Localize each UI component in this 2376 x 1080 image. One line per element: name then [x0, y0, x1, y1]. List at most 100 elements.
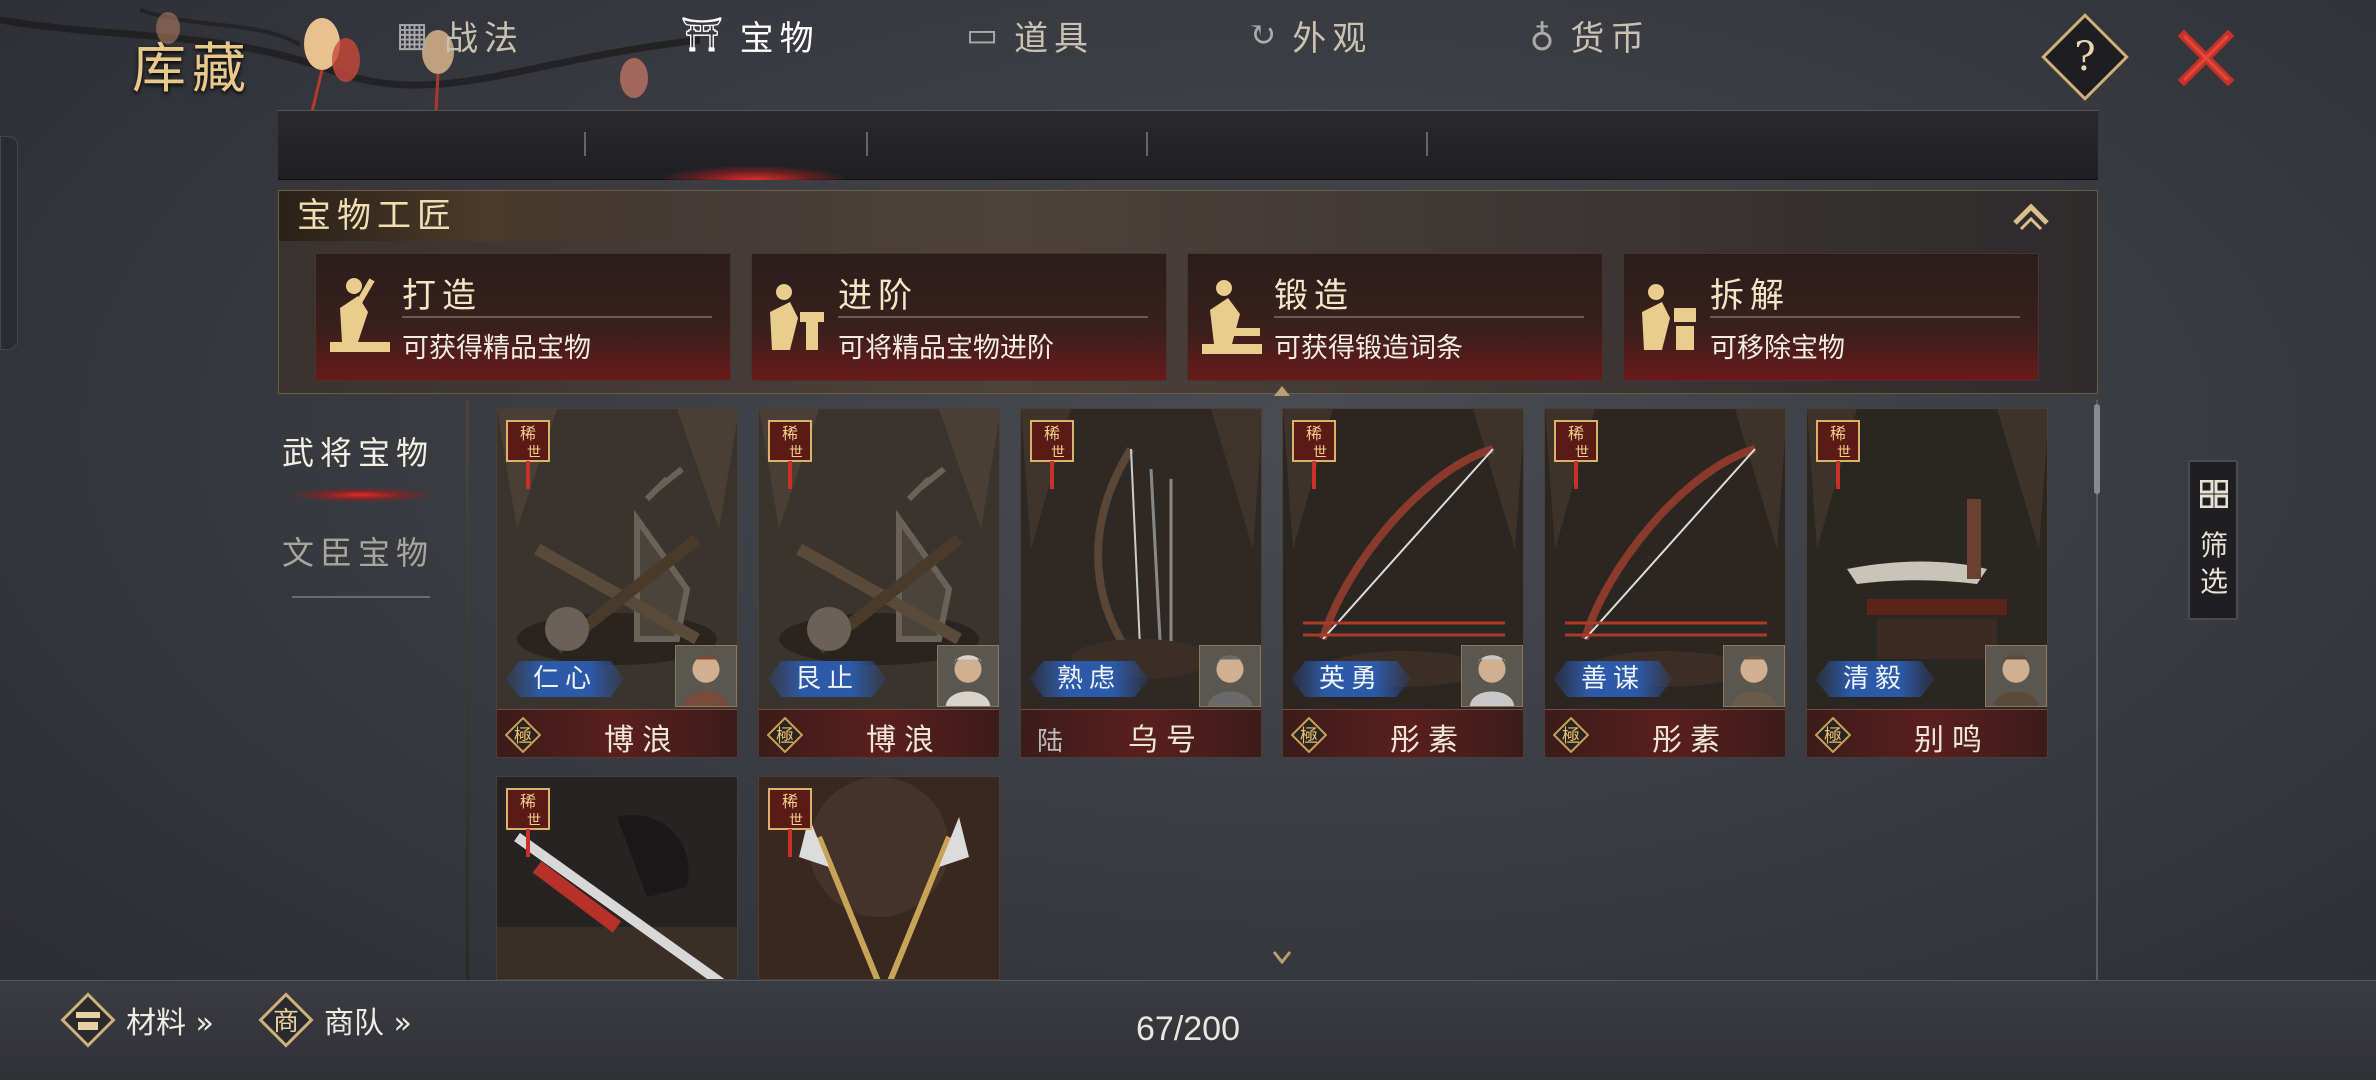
svg-text:世: 世 — [1837, 445, 1851, 461]
active-category-indicator — [292, 488, 430, 502]
smith-anvil-icon — [770, 284, 824, 350]
tab-currency[interactable]: ♁ 货币 — [1480, 0, 1700, 70]
money-bag-icon: ♁ — [1529, 15, 1561, 55]
tab-appearance[interactable]: ↻ 外观 — [1200, 0, 1420, 70]
caravan-button[interactable]: 商 商队 » — [256, 988, 412, 1052]
svg-text:世: 世 — [789, 813, 803, 829]
grade-diamond-icon: 極 — [1553, 717, 1589, 753]
treasure-owner-name: 彤素 — [1652, 723, 1728, 758]
owner-portrait-avatar — [1461, 645, 1523, 707]
svg-text:極: 極 — [1562, 726, 1580, 747]
side-drawer-handle[interactable] — [0, 136, 18, 350]
artisan-card-desc: 可获得锻造词条 — [1274, 333, 1463, 364]
rare-badge-icon: 稀世 — [506, 788, 550, 857]
svg-text:稀: 稀 — [1568, 424, 1584, 443]
tab-treasure[interactable]: ⛩ 宝物 — [640, 0, 860, 70]
owner-portrait-avatar — [1723, 645, 1785, 707]
owner-portrait-avatar — [675, 645, 737, 707]
rare-badge-icon: 稀世 — [1030, 420, 1074, 489]
treasure-owner-name: 别鸣 — [1914, 723, 1990, 758]
artisan-card-name: 进阶 — [838, 276, 918, 316]
artisan-card-name: 打造 — [402, 276, 482, 316]
treasure-owner-name: 博浪 — [604, 723, 680, 758]
grid-filter-icon — [2200, 480, 2228, 508]
tab-divider — [866, 132, 868, 156]
treasure-artisan-panel: 宝物工匠 打造 可获得精品宝物 进阶 可将精品宝物进阶 锻造 可获得锻造词条 拆… — [278, 190, 2098, 394]
treasure-card[interactable]: 稀世 — [758, 776, 1000, 980]
artisan-craft-button[interactable]: 打造 可获得精品宝物 — [315, 253, 731, 381]
divider — [402, 316, 712, 318]
filter-label: 筛选 — [2200, 529, 2229, 598]
category-divider — [292, 596, 430, 598]
owner-portrait-avatar — [1985, 645, 2047, 707]
trait-tag: 艮止 — [767, 661, 887, 697]
artisan-card-desc: 可移除宝物 — [1710, 333, 1845, 364]
svg-text:世: 世 — [527, 445, 541, 461]
treasure-card[interactable]: 稀世仁心極 博浪 — [496, 408, 738, 758]
divider — [1274, 316, 1584, 318]
tab-tactics[interactable]: ▦ 战法 — [360, 0, 560, 70]
treasure-card[interactable]: 稀世熟虑陆 乌号 — [1020, 408, 1262, 758]
category-civil-treasure[interactable]: 文臣宝物 — [282, 528, 434, 574]
smith-forge-icon — [1202, 280, 1262, 354]
rare-badge-icon: 稀世 — [1816, 420, 1860, 489]
tab-divider — [1426, 132, 1428, 156]
svg-text:極: 極 — [514, 726, 532, 747]
owner-portrait-avatar — [937, 645, 999, 707]
treasure-card[interactable]: 稀世英勇極 彤素 — [1282, 408, 1524, 758]
grade-diamond-icon: 極 — [1291, 717, 1327, 753]
treasure-card[interactable]: 稀世艮止極 博浪 — [758, 408, 1000, 758]
tab-label: 货币 — [1570, 18, 1651, 59]
svg-text:世: 世 — [527, 813, 541, 829]
tab-label: 外观 — [1292, 18, 1373, 59]
grade-diamond-icon: 極 — [1815, 717, 1851, 753]
divider — [1710, 316, 2020, 318]
svg-text:稀: 稀 — [1306, 424, 1322, 443]
rare-badge-icon: 稀世 — [1554, 420, 1598, 489]
page-title: 库藏 — [132, 37, 252, 100]
svg-text:世: 世 — [789, 445, 803, 461]
treasure-owner-name: 乌号 — [1128, 723, 1204, 758]
trait-tag: 英勇 — [1291, 661, 1411, 697]
trait-tag: 熟虑 — [1029, 661, 1149, 697]
owner-portrait-avatar — [1199, 645, 1261, 707]
materials-icon — [60, 992, 116, 1048]
treasure-card[interactable]: 稀世善谋極 彤素 — [1544, 408, 1786, 758]
svg-text:稀: 稀 — [1830, 424, 1846, 443]
rare-badge-icon: 稀世 — [506, 420, 550, 489]
svg-text:稀: 稀 — [782, 792, 798, 811]
tab-label: 道具 — [1014, 18, 1095, 59]
chevron-up-icon[interactable] — [2011, 199, 2051, 231]
materials-button[interactable]: 材料 » — [58, 988, 214, 1052]
grade-diamond-icon: 極 — [505, 717, 541, 753]
artisan-forge-button[interactable]: 锻造 可获得锻造词条 — [1187, 253, 1603, 381]
svg-text:極: 極 — [776, 726, 794, 747]
category-general-treasure[interactable]: 武将宝物 — [282, 428, 434, 474]
close-x-icon[interactable] — [2176, 28, 2236, 88]
caravan-icon: 商 — [258, 992, 314, 1048]
artisan-dismantle-button[interactable]: 拆解 可移除宝物 — [1623, 253, 2039, 381]
list-divider — [466, 400, 469, 980]
svg-text:極: 極 — [1300, 726, 1318, 747]
artisan-title: 宝物工匠 — [279, 191, 679, 241]
treasure-card[interactable]: 稀世清毅極 别鸣 — [1806, 408, 2048, 758]
treasure-card[interactable]: 稀世 — [496, 776, 738, 980]
rare-badge-icon: 稀世 — [768, 420, 812, 489]
active-tab-indicator — [664, 166, 844, 180]
tab-label: 宝物 — [739, 18, 820, 59]
treasure-stand-icon: ⛩ — [680, 15, 730, 55]
artisan-card-desc: 可获得精品宝物 — [402, 333, 591, 364]
artisan-card-name: 锻造 — [1274, 276, 1354, 316]
swirl-icon: ↻ — [1247, 15, 1283, 55]
scrollbar-thumb[interactable] — [2094, 404, 2100, 494]
svg-text:稀: 稀 — [520, 792, 536, 811]
svg-text:稀: 稀 — [782, 424, 798, 443]
grade-diamond-icon: 極 — [767, 717, 803, 753]
artisan-advance-button[interactable]: 进阶 可将精品宝物进阶 — [751, 253, 1167, 381]
help-button[interactable]: ? — [2041, 13, 2129, 101]
tab-items[interactable]: ▭ 道具 — [920, 0, 1140, 70]
treasure-owner-name: 彤素 — [1390, 723, 1466, 758]
rare-badge-icon: 稀世 — [1292, 420, 1336, 489]
question-diamond-icon: ? — [2074, 34, 2096, 80]
tab-label: 战法 — [444, 18, 525, 59]
